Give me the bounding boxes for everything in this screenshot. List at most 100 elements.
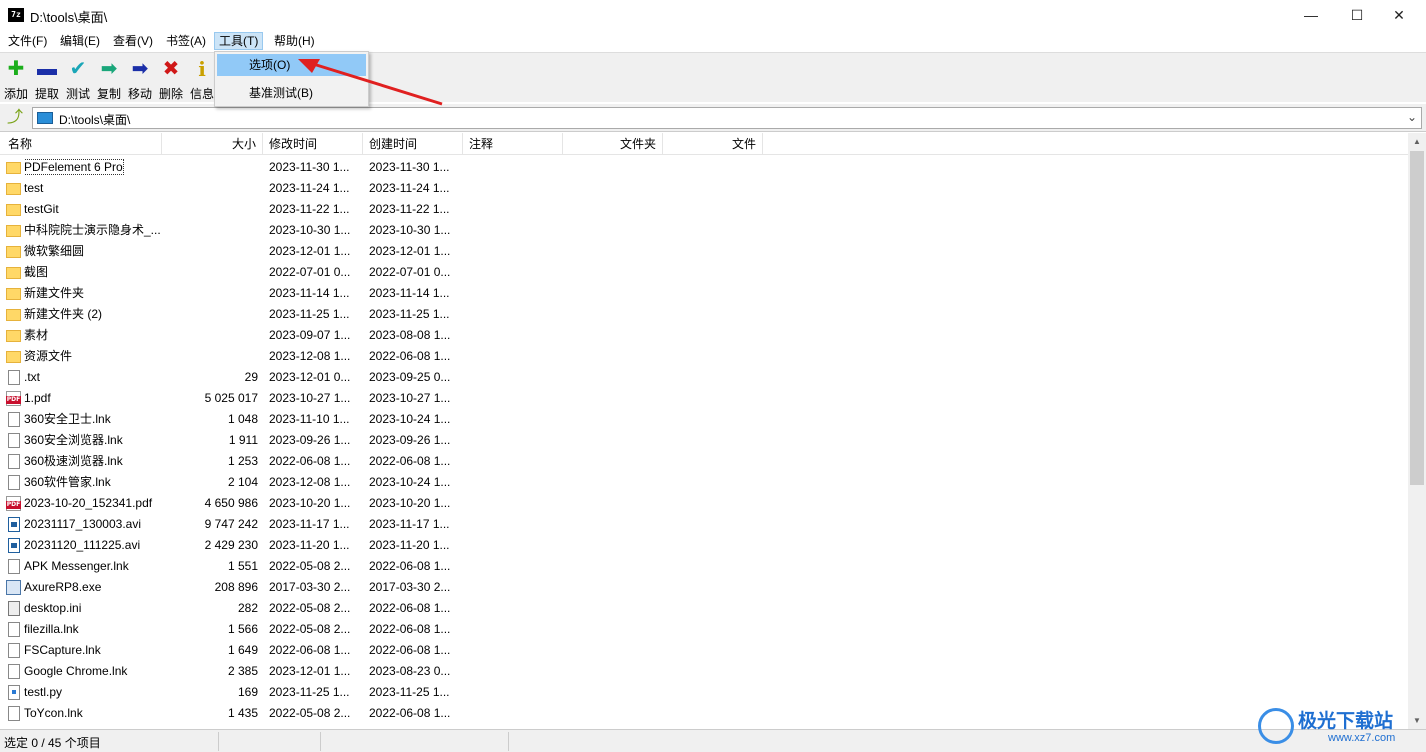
table-row[interactable]: 20231117_130003.avi 9 747 242 2023-11-17 1…	[0, 514, 1408, 535]
table-row[interactable]: test 2023-11-24 1... 2023-11-24 1...	[0, 178, 1408, 199]
add-label: 添加	[3, 87, 28, 101]
table-row[interactable]: 素材 2023-09-07 1... 2023-08-08 1...	[0, 325, 1408, 346]
file-modified-text: 2023-09-07 1...	[269, 328, 351, 342]
ini-icon	[8, 601, 20, 616]
file-size-text: 1 911	[228, 433, 258, 447]
table-row[interactable]: 新建文件夹 (2) 2023-11-25 1... 2023-11-25 1...	[0, 304, 1408, 325]
menu-bookmarks[interactable]: 书签(A)	[162, 32, 210, 50]
move-button[interactable]: ➡ 移动	[125, 57, 155, 102]
file-created: 2022-06-08 1...	[369, 598, 461, 619]
column-header-size[interactable]: 大小	[162, 133, 263, 155]
table-row[interactable]: .txt 29 2023-12-01 0... 2023-09-25 0...	[0, 367, 1408, 388]
file-created: 2022-06-08 1...	[369, 556, 461, 577]
copy-label: 复制	[96, 87, 121, 101]
file-modified: 2023-11-30 1...	[269, 157, 361, 178]
table-row[interactable]: 360软件管家.lnk 2 104 2023-12-08 1... 2023-10-2…	[0, 472, 1408, 493]
table-row[interactable]: ToYcon.lnk 1 435 2022-05-08 2... 2022-06-08…	[0, 703, 1408, 724]
table-row[interactable]: 360极速浏览器.lnk 1 253 2022-06-08 1... 2022-06-…	[0, 451, 1408, 472]
file-created-text: 2022-06-08 1...	[369, 454, 451, 468]
menu-view[interactable]: 查看(V)	[109, 32, 157, 50]
file-modified-text: 2023-10-27 1...	[269, 391, 351, 405]
table-row[interactable]: 微软繁细圆 2023-12-01 1... 2023-12-01 1...	[0, 241, 1408, 262]
file-name: PDFelement 6 Pro	[24, 157, 162, 178]
file-size	[162, 283, 258, 304]
table-row[interactable]: PDFelement 6 Pro 2023-11-30 1... 2023-11-3…	[0, 157, 1408, 178]
file-modified: 2022-05-08 2...	[269, 619, 361, 640]
column-header-modified[interactable]: 修改时间	[263, 133, 363, 155]
table-row[interactable]: 新建文件夹 2023-11-14 1... 2023-11-14 1...	[0, 283, 1408, 304]
file-modified-text: 2023-12-08 1...	[269, 349, 351, 363]
file-name: 360极速浏览器.lnk	[24, 451, 162, 472]
file-name-text: filezilla.lnk	[24, 622, 79, 636]
table-row[interactable]: FSCapture.lnk 1 649 2022-06-08 1... 2022-06…	[0, 640, 1408, 661]
table-row[interactable]: APK Messenger.lnk 1 551 2022-05-08 2... 202…	[0, 556, 1408, 577]
column-header-name[interactable]: 名称	[2, 133, 162, 155]
vertical-scrollbar[interactable]: ▲ ▼	[1408, 133, 1426, 729]
file-created-text: 2017-03-30 2...	[369, 580, 451, 594]
file-name: filezilla.lnk	[24, 619, 162, 640]
folder-icon	[6, 162, 21, 174]
table-row[interactable]: 资源文件 2023-12-08 1... 2022-06-08 1...	[0, 346, 1408, 367]
table-row[interactable]: 20231120_111225.avi 2 429 230 2023-11-20 1…	[0, 535, 1408, 556]
file-created-text: 2023-11-25 1...	[369, 307, 450, 321]
table-row[interactable]: filezilla.lnk 1 566 2022-05-08 2... 2022-06…	[0, 619, 1408, 640]
scroll-up-icon[interactable]: ▲	[1408, 133, 1426, 150]
test-button[interactable]: ✔ 测试	[63, 57, 93, 102]
table-row[interactable]: 2023-10-20_152341.pdf 4 650 986 2023-10-20…	[0, 493, 1408, 514]
file-list: 名称 大小 修改时间 创建时间 注释 文件夹 文件 PDFelement 6 P…	[0, 133, 1426, 729]
doc-icon	[8, 454, 20, 469]
address-path: D:\tools\桌面\	[59, 113, 131, 127]
file-name: 360安全卫士.lnk	[24, 409, 162, 430]
pdf-icon	[6, 391, 21, 406]
menu-file[interactable]: 文件(F)	[4, 32, 51, 50]
copy-button[interactable]: ➡ 复制	[94, 57, 124, 102]
doc-icon	[8, 706, 20, 721]
menu-tools[interactable]: 工具(T)	[214, 32, 264, 50]
file-size-text: 4 650 986	[204, 496, 258, 510]
file-modified: 2023-10-27 1...	[269, 388, 361, 409]
column-header-created[interactable]: 创建时间	[363, 133, 463, 155]
file-created: 2022-06-08 1...	[369, 346, 461, 367]
file-name: 360软件管家.lnk	[24, 472, 162, 493]
file-name: 1.pdf	[24, 388, 162, 409]
column-header-folders[interactable]: 文件夹	[563, 133, 663, 155]
info-button[interactable]: i 信息	[187, 57, 217, 102]
table-row[interactable]: 截图 2022-07-01 0... 2022-07-01 0...	[0, 262, 1408, 283]
doc-icon	[8, 622, 20, 637]
menu-help[interactable]: 帮助(H)	[270, 32, 319, 50]
move-label: 移动	[127, 87, 152, 101]
delete-button[interactable]: ✖ 删除	[156, 57, 186, 102]
watermark-title: 极光下载站	[1298, 710, 1394, 732]
menu-edit[interactable]: 编辑(E)	[56, 32, 104, 50]
table-row[interactable]: testGit 2023-11-22 1... 2023-11-22 1...	[0, 199, 1408, 220]
table-row[interactable]: 1.pdf 5 025 017 2023-10-27 1... 2023-10-27 …	[0, 388, 1408, 409]
column-header-comment[interactable]: 注释	[463, 133, 563, 155]
address-bar: ⤴ D:\tools\桌面\ ⌄	[0, 104, 1426, 132]
table-row[interactable]: Google Chrome.lnk 2 385 2023-12-01 1... 202…	[0, 661, 1408, 682]
table-row[interactable]: AxureRP8.exe 208 896 2017-03-30 2... 2017-0…	[0, 577, 1408, 598]
add-button[interactable]: ✚ 添加	[1, 57, 31, 102]
file-modified: 2017-03-30 2...	[269, 577, 361, 598]
table-row[interactable]: desktop.ini 282 2022-05-08 2... 2022-06-08 …	[0, 598, 1408, 619]
file-modified: 2023-10-30 1...	[269, 220, 361, 241]
7zip-app-icon: 7z	[8, 8, 24, 22]
table-row[interactable]: testl.py 169 2023-11-25 1... 2023-11-25 1..…	[0, 682, 1408, 703]
file-name-text: 资源文件	[24, 349, 73, 363]
extract-button[interactable]: ▬ 提取	[32, 57, 62, 102]
file-created-text: 2023-09-26 1...	[369, 433, 451, 447]
title-bar: 7z D:\tools\桌面\ — ☐ ✕	[0, 0, 1426, 30]
file-size: 1 435	[162, 703, 258, 724]
table-row[interactable]: 360安全卫士.lnk 1 048 2023-11-10 1... 2023-10-2…	[0, 409, 1408, 430]
minimize-button[interactable]: —	[1288, 0, 1334, 30]
up-folder-button[interactable]: ⤴	[5, 108, 25, 128]
table-row[interactable]: 360安全浏览器.lnk 1 911 2023-09-26 1... 2023-09-…	[0, 430, 1408, 451]
table-row[interactable]: 中科院院士演示隐身术_... 2023-10-30 1... 2023-10-30 …	[0, 220, 1408, 241]
column-header-files[interactable]: 文件	[663, 133, 763, 155]
close-button[interactable]: ✕	[1376, 0, 1422, 30]
address-field[interactable]: D:\tools\桌面\ ⌄	[32, 107, 1422, 129]
chevron-down-icon[interactable]: ⌄	[1407, 110, 1417, 124]
scrollbar-thumb[interactable]	[1410, 151, 1424, 485]
maximize-button[interactable]: ☐	[1334, 0, 1380, 30]
file-name: desktop.ini	[24, 598, 162, 619]
folder-icon	[6, 204, 21, 216]
